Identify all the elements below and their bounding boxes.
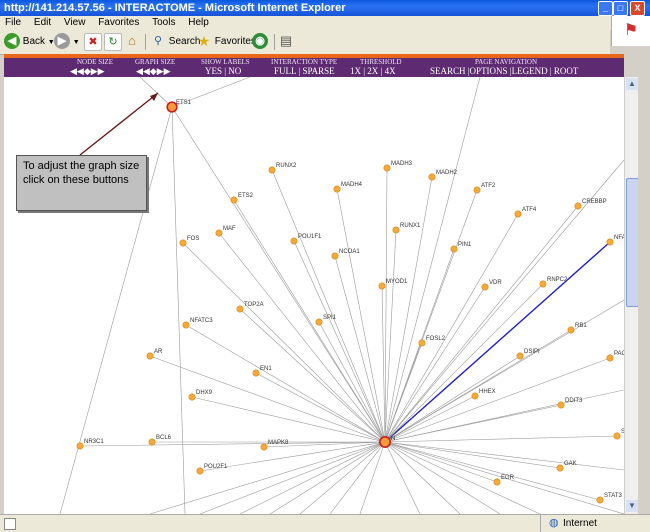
scroll-up-arrow-icon[interactable]: ▲ [626,78,638,90]
security-zone-label: Internet [563,518,597,529]
graph-size-callout: To adjust the graph size click on these … [16,155,147,211]
scroll-down-arrow-icon[interactable]: ▼ [626,500,638,512]
page-icon [4,518,16,530]
vertical-scrollbar[interactable]: ▲ ▼ [624,77,639,514]
status-bar: ◍ Internet [0,514,650,532]
window-frame-right [638,54,650,514]
callout-arrow [79,92,159,156]
status-separator [540,515,541,532]
internet-globe-icon: ◍ [549,517,559,529]
